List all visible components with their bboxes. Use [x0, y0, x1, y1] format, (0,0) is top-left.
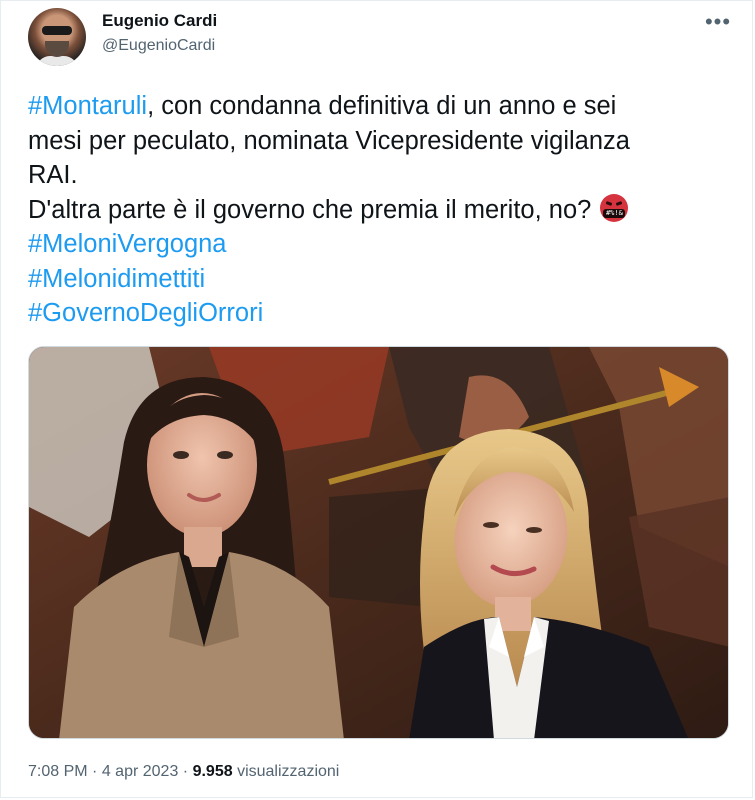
tweet-photo[interactable] — [28, 346, 729, 739]
meta-separator-1: · — [92, 763, 98, 780]
views-label: visualizzazioni — [237, 763, 340, 780]
avatar-beard — [45, 41, 69, 57]
avatar-shirt — [36, 56, 78, 66]
tweet-line-4-text: D'altra parte è il governo che premia il… — [28, 195, 592, 224]
tweet-line-1-text: , con condanna definitiva di un anno e s… — [147, 92, 617, 120]
author-name[interactable]: Eugenio Cardi — [102, 11, 217, 31]
tweet-date[interactable]: 4 apr 2023 — [102, 763, 179, 780]
hashtag-governodegliorrori[interactable]: #GovernoDegliOrrori — [28, 296, 738, 331]
author-handle[interactable]: @EugenioCardi — [102, 37, 215, 55]
tweet-card: Eugenio Cardi @EugenioCardi ••• #Montaru… — [0, 0, 753, 798]
author-avatar[interactable] — [28, 8, 86, 66]
avatar-sunglasses — [42, 26, 72, 35]
tweet-line-1: #Montaruli, con condanna definitiva di u… — [28, 89, 738, 124]
tweet-time[interactable]: 7:08 PM — [28, 763, 88, 780]
views-count: 9.958 — [192, 763, 233, 780]
hashtag-melonidimettiti[interactable]: #Melonidimettiti — [28, 262, 738, 297]
tweet-line-3: RAI. — [28, 161, 78, 189]
photo-illustration — [29, 347, 728, 738]
angry-face-emoji-icon: #%!& — [600, 193, 629, 222]
meta-separator-2: · — [182, 763, 189, 780]
hashtag-montaruli[interactable]: #Montaruli — [28, 92, 147, 120]
more-options-icon[interactable]: ••• — [703, 7, 733, 37]
hashtag-melonivergogna[interactable]: #MeloniVergogna — [28, 227, 738, 262]
tweet-metadata: 7:08 PM · 4 apr 2023 · 9.958 visualizzaz… — [28, 763, 339, 781]
tweet-line-2: mesi per peculato, nominata Vicepresiden… — [28, 126, 630, 155]
emoji-symbols: #%!& — [603, 208, 626, 218]
tweet-line-4: D'altra parte è il governo che premia il… — [28, 193, 738, 228]
tweet-text: #Montaruli, con condanna definitiva di u… — [28, 89, 738, 331]
